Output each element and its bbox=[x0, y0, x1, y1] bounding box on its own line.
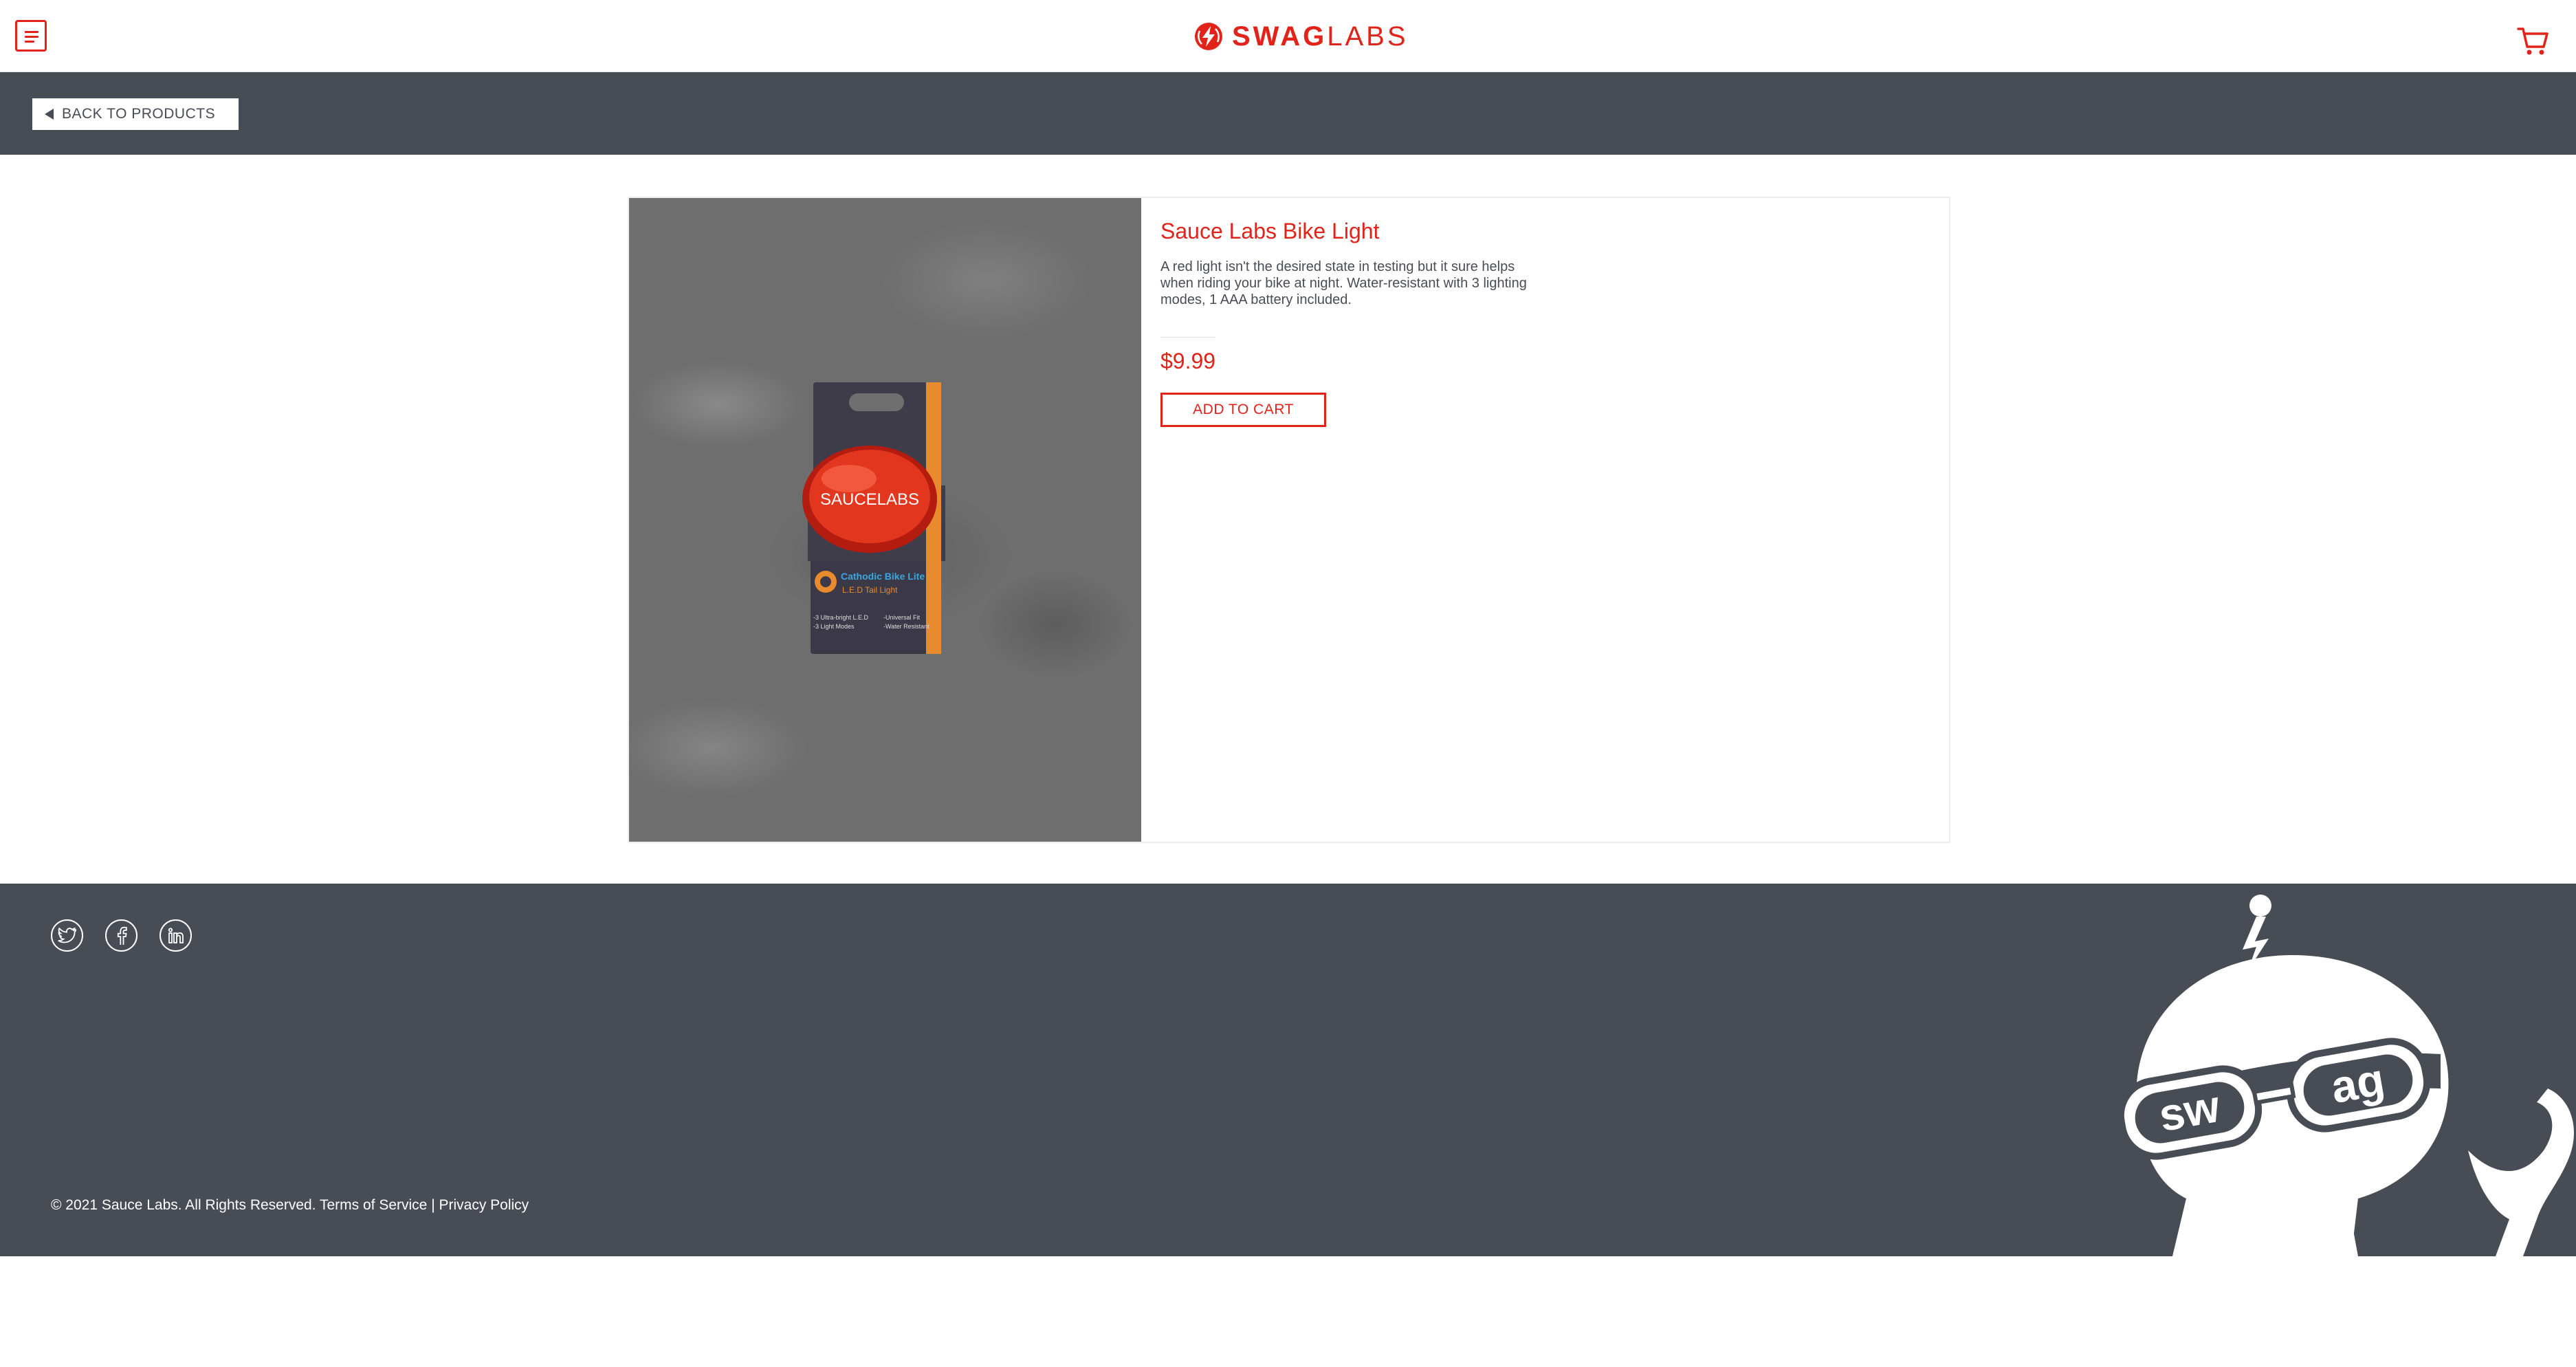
shopping-cart-button[interactable] bbox=[2516, 25, 2549, 58]
package-title-text: Cathodic Bike Lite bbox=[841, 571, 925, 582]
swag-labs-logo-icon bbox=[1195, 23, 1222, 50]
logo-light-text: LABS bbox=[1327, 21, 1409, 52]
product-info: Sauce Labs Bike Light A red light isn't … bbox=[1160, 217, 1573, 427]
mascot-lens-text-left: sw bbox=[2155, 1080, 2224, 1141]
linkedin-link[interactable] bbox=[159, 919, 192, 952]
triangle-left-icon bbox=[45, 109, 54, 120]
menu-line bbox=[25, 31, 38, 33]
app-logo: SWAGLABS bbox=[1193, 21, 1409, 52]
back-to-products-button[interactable]: BACK TO PRODUCTS bbox=[32, 98, 239, 130]
logo-wordmark: SWAGLABS bbox=[1232, 21, 1409, 52]
product-name: Sauce Labs Bike Light bbox=[1160, 219, 1380, 243]
primary-header: SWAGLABS bbox=[0, 0, 2576, 72]
facebook-link[interactable] bbox=[105, 919, 137, 952]
facebook-icon bbox=[117, 926, 127, 945]
mascot-lens-text-right: ag bbox=[2327, 1053, 2388, 1113]
product-details-card: SAUCELABS Cathodic Bike Lite L.E.D Tail … bbox=[628, 197, 1950, 843]
swag-bot-mascot-icon: sw ag bbox=[2104, 895, 2574, 1256]
back-to-products-label: BACK TO PRODUCTS bbox=[62, 106, 216, 122]
linkedin-icon bbox=[168, 927, 184, 943]
shopping-cart-icon bbox=[2517, 28, 2549, 55]
menu-line bbox=[25, 41, 34, 43]
package-feature-text: -Universal Fit bbox=[883, 614, 921, 621]
divider bbox=[1160, 337, 1215, 338]
bike-light-package-image: SAUCELABS Cathodic Bike Lite L.E.D Tail … bbox=[802, 382, 945, 654]
twitter-icon bbox=[57, 927, 76, 943]
package-feature-text: -Water Resistant bbox=[883, 623, 929, 630]
footer: © 2021 Sauce Labs. All Rights Reserved. … bbox=[0, 884, 2576, 1256]
product-image: SAUCELABS Cathodic Bike Lite L.E.D Tail … bbox=[629, 198, 1141, 842]
product-description: A red light isn't the desired state in t… bbox=[1160, 259, 1527, 307]
package-subtitle-text: L.E.D Tail Light bbox=[842, 585, 898, 595]
package-feature-text: -3 Ultra-bright L.E.D bbox=[813, 614, 869, 621]
hamburger-menu-button[interactable] bbox=[15, 20, 47, 52]
secondary-header: BACK TO PRODUCTS bbox=[0, 72, 2576, 155]
package-brand-text: SAUCELABS bbox=[820, 490, 919, 509]
menu-line bbox=[25, 36, 38, 38]
package-feature-text: -3 Light Modes bbox=[813, 623, 855, 630]
product-price: $9.99 bbox=[1160, 349, 1216, 373]
copyright-text: © 2021 Sauce Labs. All Rights Reserved. … bbox=[51, 1197, 529, 1213]
add-to-cart-button[interactable]: ADD TO CART bbox=[1160, 393, 1326, 427]
twitter-link[interactable] bbox=[51, 919, 83, 952]
logo-bold-text: SWAG bbox=[1232, 21, 1328, 52]
social-links bbox=[51, 919, 192, 952]
